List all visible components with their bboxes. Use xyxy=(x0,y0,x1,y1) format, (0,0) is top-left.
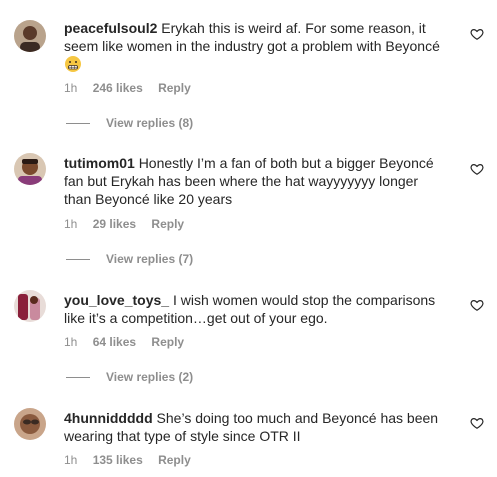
reply-button[interactable]: Reply xyxy=(151,217,184,231)
heart-icon[interactable] xyxy=(470,416,484,430)
comment-username[interactable]: peacefulsoul2 xyxy=(64,20,157,36)
avatar[interactable] xyxy=(14,290,46,322)
comment-meta: 1h 64 likes Reply xyxy=(64,334,196,350)
view-replies-button[interactable]: View replies (7) xyxy=(66,251,193,267)
heart-icon[interactable] xyxy=(470,162,484,176)
comment-meta: 1h 246 likes Reply xyxy=(64,80,203,96)
heart-icon[interactable] xyxy=(470,27,484,41)
view-replies-button[interactable]: View replies (2) xyxy=(66,369,193,385)
view-replies-label: View replies (7) xyxy=(106,252,194,266)
comment-time: 1h xyxy=(64,217,78,231)
comment-likes[interactable]: 135 likes xyxy=(93,453,143,467)
replies-divider xyxy=(66,122,90,124)
view-replies-label: View replies (2) xyxy=(106,370,194,384)
comment-username[interactable]: tutimom01 xyxy=(64,155,135,171)
heart-icon[interactable] xyxy=(470,298,484,312)
view-replies-label: View replies (8) xyxy=(106,116,194,130)
comment-likes[interactable]: 246 likes xyxy=(93,81,143,95)
reply-button[interactable]: Reply xyxy=(158,81,191,95)
avatar[interactable] xyxy=(14,408,46,440)
grimacing-face-icon xyxy=(64,55,82,77)
comment-username[interactable]: 4hunniddddd xyxy=(64,410,153,426)
comment-username[interactable]: you_love_toys_ xyxy=(64,292,169,308)
comment-likes[interactable]: 29 likes xyxy=(93,217,136,231)
avatar[interactable] xyxy=(14,20,46,52)
view-replies-button[interactable]: View replies (8) xyxy=(66,115,193,131)
comment-meta: 1h 29 likes Reply xyxy=(64,216,196,232)
comment-text: peacefulsoul2 Erykah this is weird af. F… xyxy=(64,19,446,77)
comment-likes[interactable]: 64 likes xyxy=(93,335,136,349)
comment-meta: 1h 135 likes Reply xyxy=(64,452,203,468)
comment-text: 4hunniddddd She’s doing too much and Bey… xyxy=(64,409,446,445)
replies-divider xyxy=(66,258,90,260)
comment-time: 1h xyxy=(64,81,78,95)
reply-button[interactable]: Reply xyxy=(158,453,191,467)
avatar[interactable] xyxy=(14,153,46,185)
comment-time: 1h xyxy=(64,335,78,349)
comment-text: tutimom01 Honestly I’m a fan of both but… xyxy=(64,154,446,208)
comment-text: you_love_toys_ I wish women would stop t… xyxy=(64,291,446,327)
comment-time: 1h xyxy=(64,453,78,467)
reply-button[interactable]: Reply xyxy=(151,335,184,349)
replies-divider xyxy=(66,376,90,378)
